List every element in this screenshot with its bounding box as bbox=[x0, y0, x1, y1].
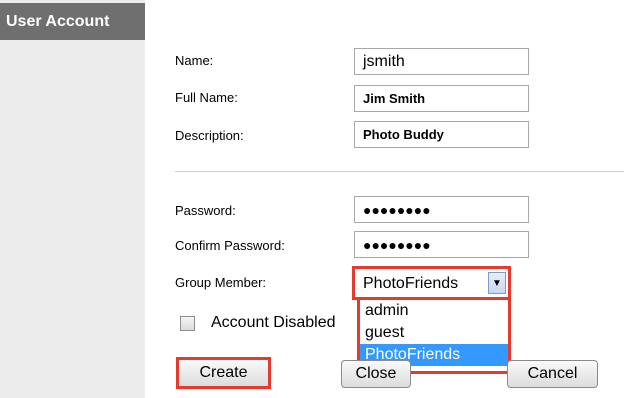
full-name-label: Full Name: bbox=[175, 90, 238, 105]
create-button[interactable]: Create bbox=[176, 357, 271, 389]
name-field[interactable]: jsmith bbox=[354, 48, 529, 75]
description-label: Description: bbox=[175, 128, 244, 143]
account-disabled-checkbox[interactable] bbox=[180, 316, 195, 331]
group-member-select[interactable]: PhotoFriends ▼ bbox=[352, 266, 511, 300]
cancel-button[interactable]: Cancel bbox=[507, 360, 598, 388]
password-label: Password: bbox=[175, 203, 236, 218]
close-button[interactable]: Close bbox=[341, 360, 411, 388]
group-member-label: Group Member: bbox=[175, 275, 267, 290]
group-option-admin[interactable]: admin bbox=[360, 300, 508, 322]
password-field[interactable]: ●●●●●●●● bbox=[354, 196, 529, 223]
name-label: Name: bbox=[175, 53, 214, 68]
chevron-down-icon[interactable]: ▼ bbox=[488, 272, 506, 294]
group-member-selected: PhotoFriends bbox=[363, 275, 459, 292]
sidebar: User Account bbox=[0, 0, 145, 398]
full-name-field[interactable]: Jim Smith bbox=[354, 85, 529, 112]
sidebar-title: User Account bbox=[0, 3, 145, 40]
confirm-password-field[interactable]: ●●●●●●●● bbox=[354, 231, 529, 258]
confirm-password-label: Confirm Password: bbox=[175, 238, 285, 253]
description-field[interactable]: Photo Buddy bbox=[354, 121, 529, 148]
account-disabled-label: Account Disabled bbox=[211, 314, 336, 331]
section-divider bbox=[175, 171, 624, 172]
group-option-guest[interactable]: guest bbox=[360, 322, 508, 344]
